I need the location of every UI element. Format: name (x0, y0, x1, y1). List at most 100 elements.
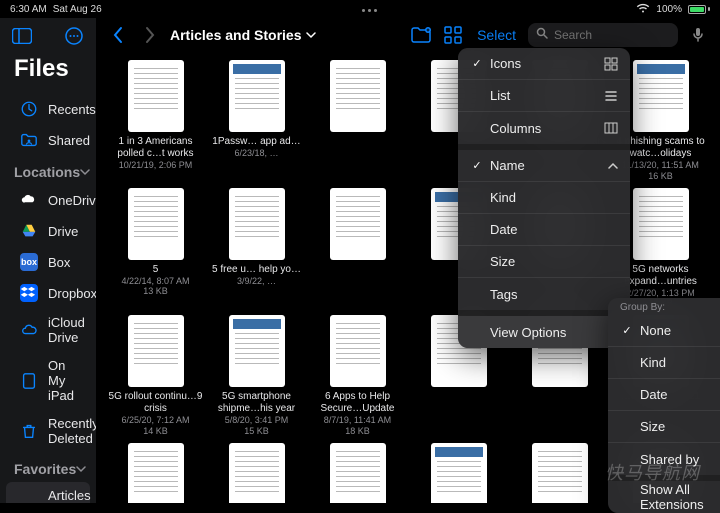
file-item[interactable]: 5 4/22/14, 8:07 AM 13 KB (108, 188, 203, 310)
sort-option[interactable]: Date (458, 214, 630, 246)
sidebar-toggle-icon[interactable] (12, 28, 32, 49)
file-size: 16 KB (648, 171, 673, 182)
sidebar-item-label: Recently Deleted (48, 416, 96, 446)
document-thumbnail-icon (229, 315, 285, 387)
sidebar-item-label: OneDrive (48, 193, 96, 208)
folder-title-button[interactable]: Articles and Stories (170, 27, 316, 43)
document-thumbnail-icon (128, 315, 184, 387)
file-date: 5/8/20, 3:41 PM (225, 415, 289, 426)
sidebar-item-drive[interactable]: Drive (6, 216, 90, 246)
group-option[interactable]: ✓None (608, 315, 720, 347)
file-item[interactable]: 6 trends that will affect I…in 2021 12/8… (108, 443, 203, 503)
file-item[interactable]: 1 in 3 Americans polled c…t works 10/21/… (108, 60, 203, 182)
file-item[interactable]: 5G rollout continu…9 crisis 6/25/20, 7:1… (108, 315, 203, 437)
document-thumbnail-icon (633, 188, 689, 260)
group-by-header: Group By: (608, 298, 720, 315)
search-input[interactable] (554, 28, 670, 42)
sidebar-item-label: Recents (48, 102, 96, 117)
file-date: 8/7/19, 11:41 AM (324, 415, 391, 426)
more-options-icon[interactable] (64, 26, 84, 51)
battery-icon (688, 5, 710, 14)
sidebar-item-recently-deleted[interactable]: Recently Deleted (6, 410, 90, 452)
group-option[interactable]: Shared by (608, 443, 720, 475)
group-option[interactable]: Size (608, 411, 720, 443)
wifi-icon (636, 3, 650, 16)
file-date: 11/13/20, 11:51 AM (622, 160, 699, 171)
sidebar-item-articles[interactable]: Articles and Stories (6, 482, 90, 503)
forward-button (138, 23, 162, 47)
sidebar-item-onedrive[interactable]: OneDrive (6, 185, 90, 215)
group-popover: Group By: ✓NoneKindDateSizeShared by Sho… (608, 298, 720, 513)
sidebar-item-label: Box (48, 255, 70, 270)
favorites-header[interactable]: Favorites (0, 457, 96, 481)
file-item[interactable]: 6/8/20, 8:54 AM (512, 443, 607, 503)
document-thumbnail-icon (229, 443, 285, 503)
document-thumbnail-icon (431, 443, 487, 503)
dropbox-icon (20, 284, 38, 302)
sort-option[interactable]: ✓Name (458, 150, 630, 182)
locations-header[interactable]: Locations (0, 160, 96, 184)
folder-shared-icon (20, 131, 38, 149)
search-icon (536, 26, 548, 44)
view-mode-option[interactable]: Columns (458, 112, 630, 144)
sidebar-item-label: Drive (48, 224, 78, 239)
onedrive-icon (20, 191, 38, 209)
document-thumbnail-icon (532, 443, 588, 503)
grid-icon (602, 57, 618, 71)
multitask-dots-icon[interactable] (362, 9, 377, 12)
view-mode-option[interactable]: List (458, 80, 630, 112)
main-content: Articles and Stories Select 1 in 3 Ameri… (96, 18, 720, 503)
group-option[interactable]: Date (608, 379, 720, 411)
sidebar-item-onmyipad[interactable]: On My iPad (6, 352, 90, 409)
sidebar-item-label: Articles and Stories (48, 488, 91, 503)
file-date: 3/9/22, … (237, 276, 276, 287)
file-date: 6/23/18, … (234, 148, 278, 159)
sidebar-item-icloud[interactable]: iCloud Drive (6, 309, 90, 351)
file-item[interactable]: 1Passw… app ad… 6/23/18, … (209, 60, 304, 182)
document-thumbnail-icon (128, 443, 184, 503)
sidebar-item-box[interactable]: box Box (6, 247, 90, 277)
file-size: 15 KB (244, 426, 269, 437)
file-size: 18 KB (345, 426, 370, 437)
sort-option[interactable]: Kind (458, 182, 630, 214)
checkmark-icon: ✓ (470, 57, 484, 70)
file-size: 14 KB (143, 426, 168, 437)
file-item[interactable] (310, 60, 405, 182)
file-name: 5 free u… help yo… (209, 264, 304, 276)
file-item[interactable]: 5 free u… help yo… 3/9/22, … (209, 188, 304, 310)
file-item[interactable]: 7 obst… orga… (411, 443, 506, 503)
file-name: 5G rollout continu…9 crisis (108, 391, 203, 415)
search-field[interactable] (528, 23, 678, 47)
battery-percent: 100% (656, 4, 682, 15)
select-button[interactable]: Select (473, 27, 520, 43)
new-folder-button[interactable] (409, 23, 433, 47)
document-thumbnail-icon (128, 60, 184, 132)
file-item[interactable]: 5G smartphone shipme…his year 5/8/20, 3:… (209, 315, 304, 437)
status-date: Sat Aug 26 (53, 4, 102, 15)
file-name: 5G smartphone shipme…his year (209, 391, 304, 415)
box-icon: box (20, 253, 38, 271)
file-item[interactable]: 6 Apps to Help Secure…Update 8/7/19, 11:… (310, 315, 405, 437)
file-item[interactable]: 7 Deloitte predicti…r 2022 12/8/21, … (209, 443, 304, 503)
back-button[interactable] (106, 23, 130, 47)
toolbar: Articles and Stories Select (96, 18, 720, 52)
columns-icon (602, 121, 618, 135)
sidebar-item-shared[interactable]: Shared (6, 125, 90, 155)
view-options-row[interactable]: View Options (458, 316, 630, 348)
document-thumbnail-icon (330, 315, 386, 387)
sidebar-item-dropbox[interactable]: Dropbox (6, 278, 90, 308)
file-item[interactable]: 7 New Tricks iOS 13 Add…ssages 10/2/21, … (310, 443, 405, 503)
view-popover: ✓IconsListColumns ✓NameKindDateSizeTags … (458, 48, 630, 348)
file-date: 4/22/14, 8:07 AM (121, 276, 189, 287)
dictate-button[interactable] (686, 23, 710, 47)
document-thumbnail-icon (330, 188, 386, 260)
view-mode-button[interactable] (441, 23, 465, 47)
sort-option[interactable]: Tags (458, 278, 630, 310)
group-option[interactable]: Kind (608, 347, 720, 379)
status-time: 6:30 AM (10, 4, 47, 15)
show-all-extensions-row[interactable]: Show All Extensions (608, 481, 720, 513)
file-item[interactable] (310, 188, 405, 310)
sort-option[interactable]: Size (458, 246, 630, 278)
sidebar-item-recents[interactable]: Recents (6, 94, 90, 124)
view-mode-option[interactable]: ✓Icons (458, 48, 630, 80)
